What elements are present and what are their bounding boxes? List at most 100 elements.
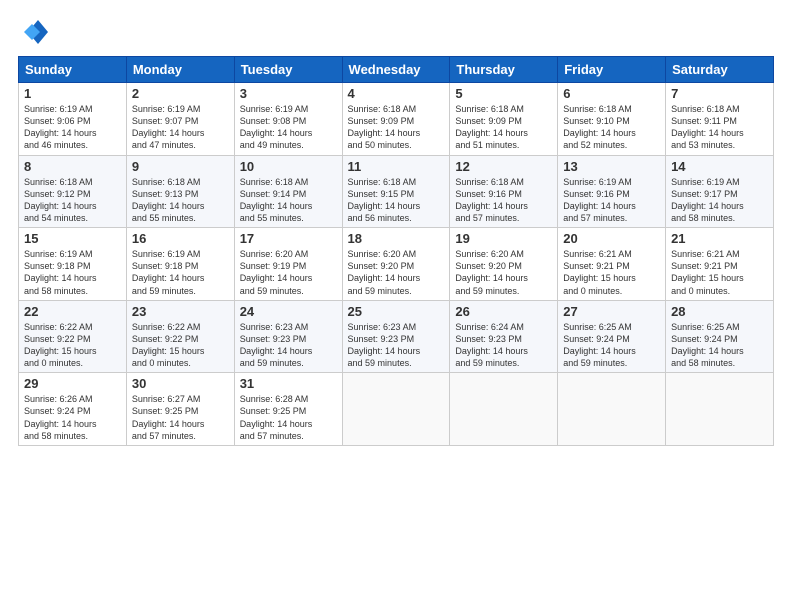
day-number: 20: [563, 231, 660, 246]
day-number: 17: [240, 231, 337, 246]
header: [18, 18, 774, 46]
calendar-day-cell: 18 Sunrise: 6:20 AMSunset: 9:20 PMDaylig…: [342, 228, 450, 301]
calendar-day-cell: 12 Sunrise: 6:18 AMSunset: 9:16 PMDaylig…: [450, 155, 558, 228]
calendar-day-header: Friday: [558, 57, 666, 83]
day-info: Sunrise: 6:18 AMSunset: 9:11 PMDaylight:…: [671, 104, 744, 150]
calendar-day-cell: 20 Sunrise: 6:21 AMSunset: 9:21 PMDaylig…: [558, 228, 666, 301]
day-info: Sunrise: 6:19 AMSunset: 9:18 PMDaylight:…: [24, 249, 97, 295]
day-number: 27: [563, 304, 660, 319]
day-info: Sunrise: 6:24 AMSunset: 9:23 PMDaylight:…: [455, 322, 528, 368]
day-info: Sunrise: 6:18 AMSunset: 9:09 PMDaylight:…: [348, 104, 421, 150]
day-number: 26: [455, 304, 552, 319]
day-info: Sunrise: 6:25 AMSunset: 9:24 PMDaylight:…: [671, 322, 744, 368]
calendar-day-cell: 4 Sunrise: 6:18 AMSunset: 9:09 PMDayligh…: [342, 83, 450, 156]
calendar-week-row: 22 Sunrise: 6:22 AMSunset: 9:22 PMDaylig…: [19, 300, 774, 373]
day-info: Sunrise: 6:21 AMSunset: 9:21 PMDaylight:…: [563, 249, 636, 295]
calendar-week-row: 1 Sunrise: 6:19 AMSunset: 9:06 PMDayligh…: [19, 83, 774, 156]
day-number: 1: [24, 86, 121, 101]
day-info: Sunrise: 6:22 AMSunset: 9:22 PMDaylight:…: [132, 322, 205, 368]
day-info: Sunrise: 6:18 AMSunset: 9:13 PMDaylight:…: [132, 177, 205, 223]
page: SundayMondayTuesdayWednesdayThursdayFrid…: [0, 0, 792, 456]
day-number: 14: [671, 159, 768, 174]
calendar-week-row: 29 Sunrise: 6:26 AMSunset: 9:24 PMDaylig…: [19, 373, 774, 446]
calendar-week-row: 8 Sunrise: 6:18 AMSunset: 9:12 PMDayligh…: [19, 155, 774, 228]
calendar-day-cell: 25 Sunrise: 6:23 AMSunset: 9:23 PMDaylig…: [342, 300, 450, 373]
day-info: Sunrise: 6:18 AMSunset: 9:15 PMDaylight:…: [348, 177, 421, 223]
day-info: Sunrise: 6:23 AMSunset: 9:23 PMDaylight:…: [240, 322, 313, 368]
day-number: 22: [24, 304, 121, 319]
calendar-day-cell: 16 Sunrise: 6:19 AMSunset: 9:18 PMDaylig…: [126, 228, 234, 301]
calendar-day-cell: [558, 373, 666, 446]
calendar-day-cell: [666, 373, 774, 446]
calendar-day-cell: 23 Sunrise: 6:22 AMSunset: 9:22 PMDaylig…: [126, 300, 234, 373]
calendar-day-cell: 13 Sunrise: 6:19 AMSunset: 9:16 PMDaylig…: [558, 155, 666, 228]
calendar-day-cell: 26 Sunrise: 6:24 AMSunset: 9:23 PMDaylig…: [450, 300, 558, 373]
day-number: 6: [563, 86, 660, 101]
calendar-header-row: SundayMondayTuesdayWednesdayThursdayFrid…: [19, 57, 774, 83]
calendar-day-cell: 15 Sunrise: 6:19 AMSunset: 9:18 PMDaylig…: [19, 228, 127, 301]
calendar-day-cell: 30 Sunrise: 6:27 AMSunset: 9:25 PMDaylig…: [126, 373, 234, 446]
day-number: 19: [455, 231, 552, 246]
day-number: 8: [24, 159, 121, 174]
calendar-day-cell: 8 Sunrise: 6:18 AMSunset: 9:12 PMDayligh…: [19, 155, 127, 228]
day-info: Sunrise: 6:20 AMSunset: 9:20 PMDaylight:…: [348, 249, 421, 295]
day-info: Sunrise: 6:18 AMSunset: 9:16 PMDaylight:…: [455, 177, 528, 223]
day-number: 30: [132, 376, 229, 391]
day-info: Sunrise: 6:23 AMSunset: 9:23 PMDaylight:…: [348, 322, 421, 368]
calendar-day-cell: [342, 373, 450, 446]
day-info: Sunrise: 6:19 AMSunset: 9:17 PMDaylight:…: [671, 177, 744, 223]
day-number: 4: [348, 86, 445, 101]
day-number: 5: [455, 86, 552, 101]
calendar-day-cell: 24 Sunrise: 6:23 AMSunset: 9:23 PMDaylig…: [234, 300, 342, 373]
calendar-day-cell: 21 Sunrise: 6:21 AMSunset: 9:21 PMDaylig…: [666, 228, 774, 301]
calendar-week-row: 15 Sunrise: 6:19 AMSunset: 9:18 PMDaylig…: [19, 228, 774, 301]
day-number: 11: [348, 159, 445, 174]
day-info: Sunrise: 6:20 AMSunset: 9:19 PMDaylight:…: [240, 249, 313, 295]
calendar-day-cell: 7 Sunrise: 6:18 AMSunset: 9:11 PMDayligh…: [666, 83, 774, 156]
day-number: 21: [671, 231, 768, 246]
calendar-day-cell: 10 Sunrise: 6:18 AMSunset: 9:14 PMDaylig…: [234, 155, 342, 228]
day-info: Sunrise: 6:27 AMSunset: 9:25 PMDaylight:…: [132, 394, 205, 440]
day-number: 3: [240, 86, 337, 101]
calendar-day-cell: 31 Sunrise: 6:28 AMSunset: 9:25 PMDaylig…: [234, 373, 342, 446]
calendar-day-header: Tuesday: [234, 57, 342, 83]
day-number: 9: [132, 159, 229, 174]
day-info: Sunrise: 6:18 AMSunset: 9:12 PMDaylight:…: [24, 177, 97, 223]
day-number: 13: [563, 159, 660, 174]
day-number: 12: [455, 159, 552, 174]
day-info: Sunrise: 6:26 AMSunset: 9:24 PMDaylight:…: [24, 394, 97, 440]
day-info: Sunrise: 6:21 AMSunset: 9:21 PMDaylight:…: [671, 249, 744, 295]
day-number: 7: [671, 86, 768, 101]
day-number: 2: [132, 86, 229, 101]
calendar-day-cell: 17 Sunrise: 6:20 AMSunset: 9:19 PMDaylig…: [234, 228, 342, 301]
calendar-day-cell: 5 Sunrise: 6:18 AMSunset: 9:09 PMDayligh…: [450, 83, 558, 156]
calendar-day-cell: 14 Sunrise: 6:19 AMSunset: 9:17 PMDaylig…: [666, 155, 774, 228]
logo-icon: [18, 18, 50, 46]
calendar-day-header: Monday: [126, 57, 234, 83]
day-number: 29: [24, 376, 121, 391]
day-info: Sunrise: 6:19 AMSunset: 9:18 PMDaylight:…: [132, 249, 205, 295]
day-number: 25: [348, 304, 445, 319]
calendar-day-header: Thursday: [450, 57, 558, 83]
day-number: 24: [240, 304, 337, 319]
day-info: Sunrise: 6:19 AMSunset: 9:07 PMDaylight:…: [132, 104, 205, 150]
day-number: 15: [24, 231, 121, 246]
calendar-body: 1 Sunrise: 6:19 AMSunset: 9:06 PMDayligh…: [19, 83, 774, 446]
day-number: 10: [240, 159, 337, 174]
calendar-day-cell: 28 Sunrise: 6:25 AMSunset: 9:24 PMDaylig…: [666, 300, 774, 373]
day-info: Sunrise: 6:19 AMSunset: 9:08 PMDaylight:…: [240, 104, 313, 150]
calendar-day-cell: 3 Sunrise: 6:19 AMSunset: 9:08 PMDayligh…: [234, 83, 342, 156]
calendar-day-cell: 19 Sunrise: 6:20 AMSunset: 9:20 PMDaylig…: [450, 228, 558, 301]
calendar-day-cell: 6 Sunrise: 6:18 AMSunset: 9:10 PMDayligh…: [558, 83, 666, 156]
calendar-day-cell: 29 Sunrise: 6:26 AMSunset: 9:24 PMDaylig…: [19, 373, 127, 446]
day-info: Sunrise: 6:18 AMSunset: 9:10 PMDaylight:…: [563, 104, 636, 150]
calendar-day-header: Wednesday: [342, 57, 450, 83]
calendar-day-cell: 2 Sunrise: 6:19 AMSunset: 9:07 PMDayligh…: [126, 83, 234, 156]
calendar-day-cell: 1 Sunrise: 6:19 AMSunset: 9:06 PMDayligh…: [19, 83, 127, 156]
calendar-day-cell: 9 Sunrise: 6:18 AMSunset: 9:13 PMDayligh…: [126, 155, 234, 228]
day-number: 28: [671, 304, 768, 319]
day-number: 16: [132, 231, 229, 246]
calendar-day-header: Saturday: [666, 57, 774, 83]
calendar-day-cell: 22 Sunrise: 6:22 AMSunset: 9:22 PMDaylig…: [19, 300, 127, 373]
calendar-day-cell: 11 Sunrise: 6:18 AMSunset: 9:15 PMDaylig…: [342, 155, 450, 228]
